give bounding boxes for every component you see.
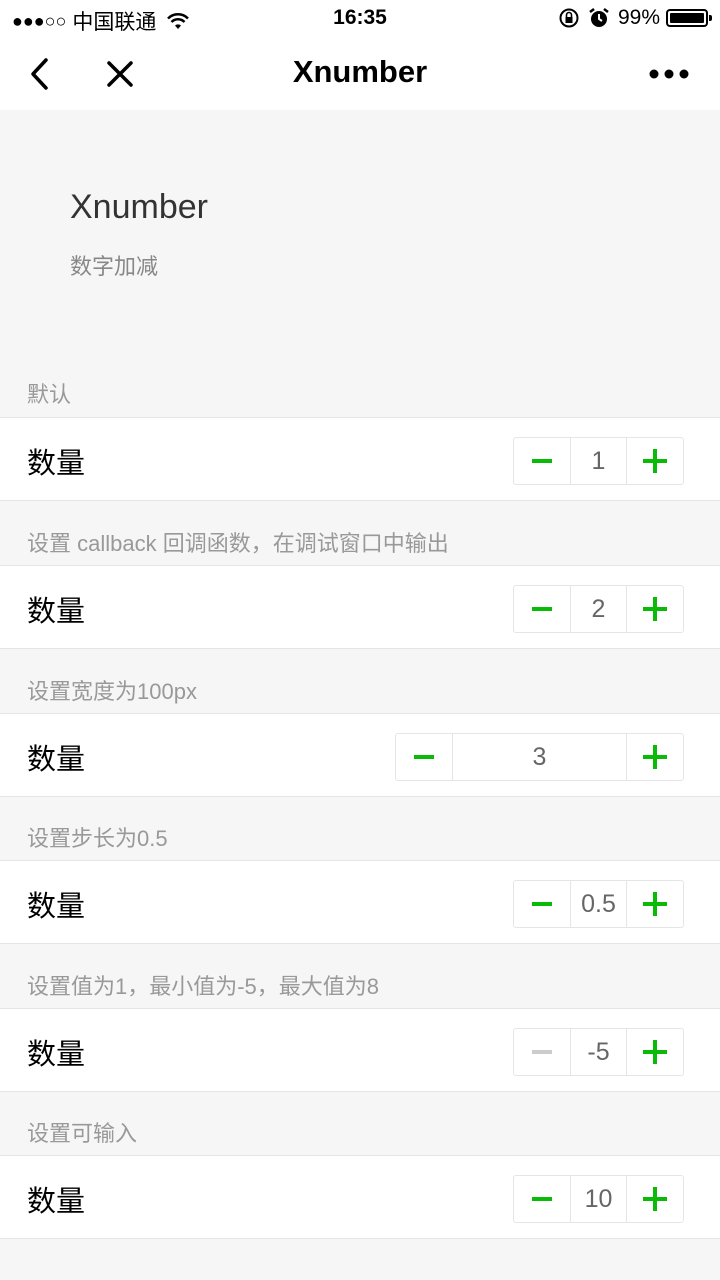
- alarm-icon: [589, 8, 609, 27]
- stepper-value[interactable]: 1: [570, 438, 627, 484]
- row-label: 数量: [27, 1186, 86, 1218]
- battery-fill: [670, 13, 704, 23]
- list-item: 数量 2: [0, 565, 720, 649]
- quantity-stepper: 10: [513, 1175, 684, 1223]
- list-item: 数量 3: [0, 713, 720, 797]
- plus-icon: [643, 1040, 667, 1064]
- nav-title: Xnumber: [292, 54, 428, 89]
- minus-icon: [532, 459, 552, 463]
- minus-icon: [532, 607, 552, 611]
- quantity-stepper: -5: [513, 1028, 684, 1076]
- stepper-value[interactable]: -5: [570, 1029, 627, 1075]
- status-right: 99%: [558, 6, 712, 30]
- battery-icon: [666, 9, 712, 27]
- stepper-value[interactable]: 10: [570, 1176, 627, 1222]
- increment-button[interactable]: [627, 438, 683, 484]
- section-label: 设置值为1，最小值为-5，最大值为8: [27, 974, 380, 999]
- minus-icon: [532, 1050, 552, 1054]
- plus-icon: [643, 892, 667, 916]
- increment-button[interactable]: [627, 734, 683, 780]
- row-label: 数量: [27, 596, 86, 628]
- row-label: 数量: [27, 891, 86, 923]
- row-label: 数量: [27, 1039, 86, 1071]
- section-label: 默认: [27, 382, 72, 407]
- more-dots-icon: [649, 69, 689, 79]
- quantity-stepper: 3: [395, 733, 684, 781]
- more-button[interactable]: [644, 54, 694, 94]
- plus-icon: [643, 449, 667, 473]
- row-label: 数量: [27, 744, 86, 776]
- plus-icon: [643, 745, 667, 769]
- list-item: 数量 1: [0, 417, 720, 501]
- rotation-lock-icon: [559, 8, 579, 28]
- list-item: 数量 10: [0, 1155, 720, 1239]
- minus-icon: [414, 755, 434, 759]
- plus-icon: [643, 597, 667, 621]
- decrement-button[interactable]: [514, 881, 570, 927]
- minus-icon: [532, 1197, 552, 1201]
- decrement-button[interactable]: [514, 1176, 570, 1222]
- quantity-stepper: 2: [513, 585, 684, 633]
- increment-button[interactable]: [627, 1176, 683, 1222]
- stepper-value[interactable]: 3: [452, 734, 627, 780]
- plus-icon: [643, 1187, 667, 1211]
- page-header: Xnumber 数字加减: [70, 188, 208, 281]
- page-title: Xnumber: [70, 188, 208, 226]
- section-label: 设置 callback 回调函数，在调试窗口中输出: [27, 531, 449, 556]
- page-description: 数字加减: [70, 254, 159, 279]
- increment-button[interactable]: [627, 881, 683, 927]
- status-bar: ●●●○○ 中国联通 16:35 99%: [0, 0, 720, 36]
- list-item: 数量 -5: [0, 1008, 720, 1092]
- section-label: 设置可输入: [27, 1121, 138, 1146]
- stepper-value[interactable]: 2: [570, 586, 627, 632]
- section-label: 设置宽度为100px: [27, 679, 197, 704]
- decrement-button[interactable]: [514, 438, 570, 484]
- decrement-button[interactable]: [396, 734, 452, 780]
- decrement-button[interactable]: [514, 586, 570, 632]
- quantity-stepper: 0.5: [513, 880, 684, 928]
- increment-button[interactable]: [627, 1029, 683, 1075]
- section-label: 设置步长为0.5: [27, 826, 168, 851]
- stepper-value[interactable]: 0.5: [570, 881, 627, 927]
- row-label: 数量: [27, 448, 86, 480]
- increment-button[interactable]: [627, 586, 683, 632]
- nav-bar: Xnumber: [0, 36, 720, 110]
- quantity-stepper: 1: [513, 437, 684, 485]
- decrement-button-disabled[interactable]: [514, 1029, 570, 1075]
- battery-percent: 99%: [617, 6, 660, 29]
- minus-icon: [532, 902, 552, 906]
- list-item: 数量 0.5: [0, 860, 720, 944]
